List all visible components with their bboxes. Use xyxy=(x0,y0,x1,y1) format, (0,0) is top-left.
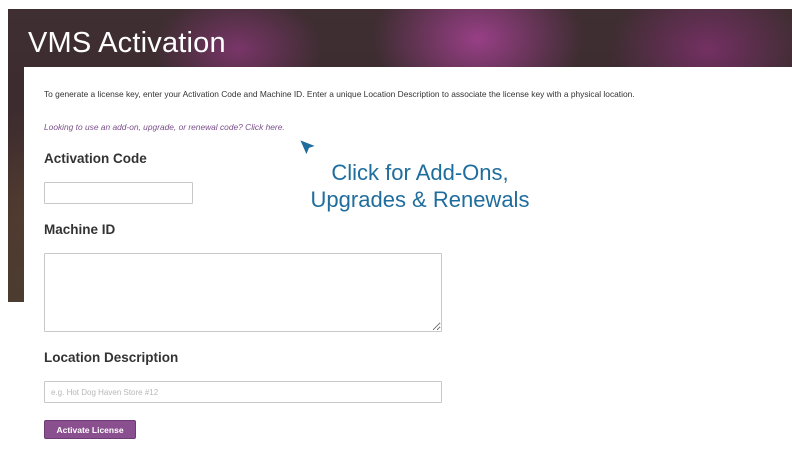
activation-code-input[interactable] xyxy=(44,182,193,204)
location-description-input[interactable] xyxy=(44,381,442,403)
activation-code-label: Activation Code xyxy=(44,151,147,166)
activate-license-button[interactable]: Activate License xyxy=(44,420,136,439)
machine-id-textarea[interactable] xyxy=(44,253,442,332)
callout-line-1: Click for Add-Ons, xyxy=(331,160,509,185)
location-description-label: Location Description xyxy=(44,350,179,365)
page-title: VMS Activation xyxy=(28,27,226,59)
addon-upgrade-renewal-link[interactable]: Looking to use an add-on, upgrade, or re… xyxy=(44,122,285,132)
callout-line-2: Upgrades & Renewals xyxy=(310,187,530,212)
callout-annotation: Click for Add-Ons, Upgrades & Renewals xyxy=(260,159,580,213)
machine-id-label: Machine ID xyxy=(44,222,116,237)
activation-form: To generate a license key, enter your Ac… xyxy=(24,67,792,455)
intro-text: To generate a license key, enter your Ac… xyxy=(44,89,635,99)
